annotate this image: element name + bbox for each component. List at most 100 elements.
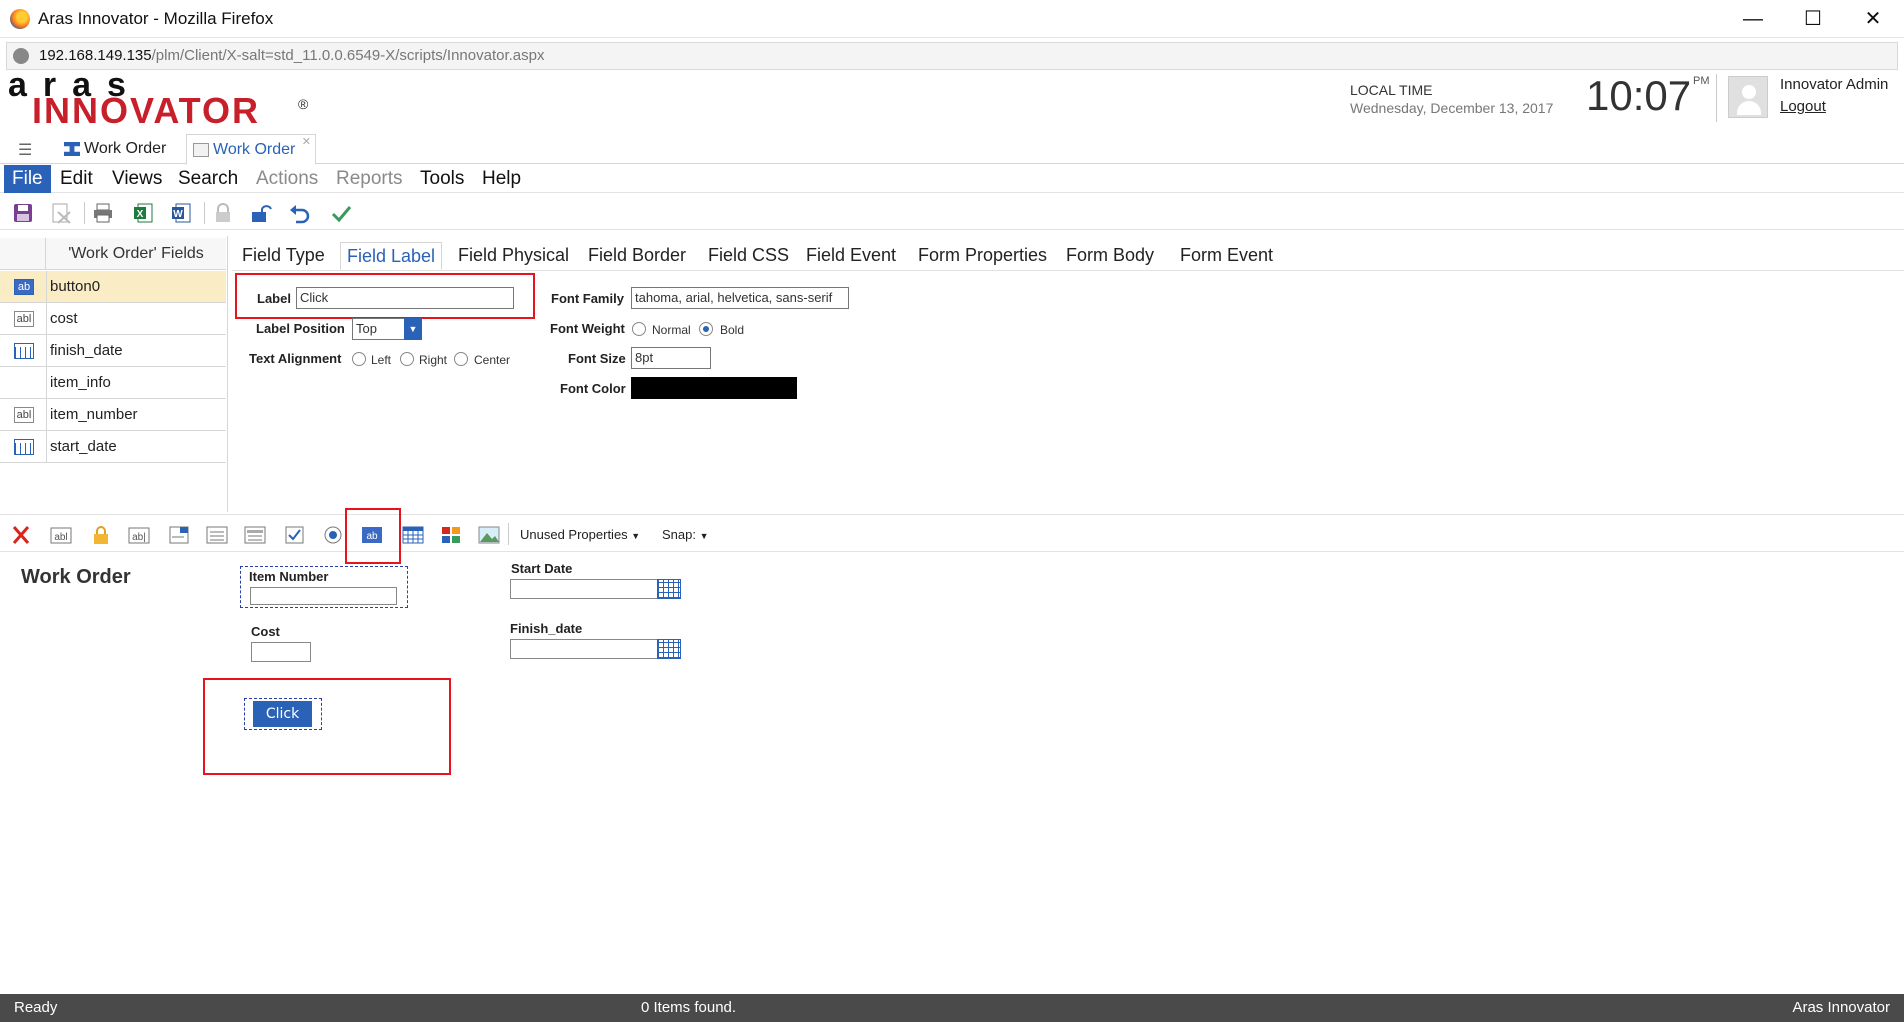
start-date-input[interactable] [510, 579, 658, 599]
calendar-icon[interactable] [657, 579, 681, 599]
multi-listbox-tool-icon[interactable] [244, 525, 266, 545]
item-number-label: Item Number [249, 569, 329, 584]
finish-date-label: Finish_date [510, 621, 583, 636]
status-center: 0 Items found. [641, 999, 737, 1016]
calendar-icon[interactable] [657, 639, 681, 659]
finish-date-input[interactable] [510, 639, 658, 659]
fields-panel-header: 'Work Order' Fields [0, 238, 226, 270]
tab-form-properties[interactable]: Form Properties [912, 242, 1053, 270]
align-center-radio[interactable] [454, 352, 468, 366]
user-name: Innovator Admin [1780, 76, 1889, 93]
tab-work-order-search[interactable]: Work Order [58, 134, 178, 164]
local-date: Wednesday, December 13, 2017 [1350, 100, 1554, 116]
date-tool-icon[interactable] [402, 525, 424, 545]
minimize-button[interactable]: — [1728, 4, 1778, 34]
field-row-button0[interactable]: ab button0 [0, 271, 226, 303]
tab-field-event[interactable]: Field Event [800, 242, 902, 270]
unused-properties-dropdown[interactable]: Unused Properties ▼ [520, 527, 640, 542]
clock-ampm: PM [1693, 75, 1710, 87]
svg-text:X: X [137, 209, 144, 220]
site-info-icon[interactable] [13, 48, 29, 64]
highlight-button-tool [345, 508, 401, 564]
label-position-select[interactable]: Top ▼ [352, 318, 422, 340]
logout-link[interactable]: Logout [1780, 98, 1826, 115]
menu-help[interactable]: Help [474, 165, 529, 193]
cost-input[interactable] [251, 642, 311, 662]
tab-field-border[interactable]: Field Border [582, 242, 692, 270]
lock-icon[interactable] [212, 202, 234, 224]
save-icon[interactable] [12, 202, 34, 224]
menu-file[interactable]: File [4, 165, 51, 193]
menu-actions[interactable]: Actions [248, 165, 326, 193]
undo-icon[interactable] [288, 202, 310, 224]
menu-reports[interactable]: Reports [328, 165, 411, 193]
tab-work-order-form[interactable]: Work Order ✕ [186, 134, 316, 165]
menu-search[interactable]: Search [170, 165, 246, 193]
font-family-caption: Font Family [551, 291, 624, 306]
app-tabs: ☰ Work Order Work Order ✕ [0, 134, 1904, 165]
tab-field-type[interactable]: Field Type [236, 242, 331, 270]
word-icon[interactable]: W [170, 202, 192, 224]
tab-form-event[interactable]: Form Event [1174, 242, 1279, 270]
delete-field-icon[interactable] [10, 525, 32, 545]
menu-views[interactable]: Views [104, 165, 170, 193]
tab-form-body[interactable]: Form Body [1060, 242, 1160, 270]
status-right: Aras Innovator [1792, 999, 1890, 1016]
close-button[interactable]: ✕ [1848, 4, 1898, 34]
color-tool-icon[interactable] [440, 525, 462, 545]
menu-edit[interactable]: Edit [52, 165, 101, 193]
textarea-tool-icon[interactable]: ab| [128, 525, 150, 545]
font-color-swatch[interactable] [631, 377, 797, 399]
align-center-label: Center [474, 353, 511, 367]
print-icon[interactable] [92, 202, 114, 224]
text-field-icon: abl [14, 311, 34, 327]
maximize-button[interactable]: ☐ [1788, 4, 1838, 34]
snap-dropdown[interactable]: Snap: ▼ [662, 527, 709, 542]
unlock-icon[interactable] [250, 202, 272, 224]
excel-icon[interactable]: X [132, 202, 154, 224]
user-avatar[interactable] [1728, 76, 1768, 118]
tab-field-css[interactable]: Field CSS [702, 242, 795, 270]
url-text[interactable]: 192.168.149.135/plm/Client/X-salt=std_11… [39, 47, 544, 64]
align-right-label: Right [419, 353, 448, 367]
menu-tools[interactable]: Tools [412, 165, 472, 193]
svg-text:ab|: ab| [132, 532, 146, 543]
font-size-input[interactable]: 8pt [631, 347, 711, 369]
svg-text:abl: abl [54, 532, 67, 543]
date-field-icon [14, 439, 34, 455]
field-row-finish-date[interactable]: finish_date [0, 335, 226, 367]
item-number-field[interactable]: Item Number [240, 566, 408, 608]
label-position-caption: Label Position [256, 321, 345, 336]
tab-field-label[interactable]: Field Label [340, 242, 443, 270]
field-row-cost[interactable]: abl cost [0, 303, 226, 335]
text-field-tool-icon[interactable]: abl [50, 525, 72, 545]
chevron-down-icon[interactable]: ▼ [404, 318, 422, 340]
field-row-start-date[interactable]: start_date [0, 431, 226, 463]
field-row-item-info[interactable]: item_info [0, 367, 226, 399]
aras-innovator-logo: aras INNOVATOR ® [8, 66, 309, 131]
font-size-caption: Font Size [568, 351, 626, 366]
tab-field-physical[interactable]: Field Physical [452, 242, 575, 270]
window-title: Aras Innovator - Mozilla Firefox [38, 9, 274, 28]
discard-icon[interactable] [50, 202, 72, 224]
close-tab-icon[interactable]: ✕ [302, 127, 311, 157]
hamburger-menu-icon[interactable]: ☰ [18, 140, 32, 160]
field-row-item-number[interactable]: abl item_number [0, 399, 226, 431]
address-bar[interactable]: 192.168.149.135/plm/Client/X-salt=std_11… [6, 42, 1898, 70]
password-field-tool-icon[interactable] [90, 525, 112, 545]
weight-normal-radio[interactable] [632, 322, 646, 336]
dropdown-tool-icon[interactable] [168, 525, 190, 545]
font-family-input[interactable]: tahoma, arial, helvetica, sans-serif [631, 287, 849, 309]
weight-bold-radio[interactable] [699, 322, 713, 336]
listbox-tool-icon[interactable] [206, 525, 228, 545]
done-icon[interactable] [330, 202, 352, 224]
align-right-radio[interactable] [400, 352, 414, 366]
radio-tool-icon[interactable] [322, 525, 344, 545]
item-number-input[interactable] [250, 587, 397, 605]
fields-panel: 'Work Order' Fields ab button0 abl cost … [0, 236, 228, 512]
align-left-radio[interactable] [352, 352, 366, 366]
checkbox-tool-icon[interactable] [284, 525, 306, 545]
image-tool-icon[interactable] [478, 525, 500, 545]
font-weight-caption: Font Weight [550, 321, 625, 336]
local-time-label: LOCAL TIME [1350, 82, 1433, 98]
